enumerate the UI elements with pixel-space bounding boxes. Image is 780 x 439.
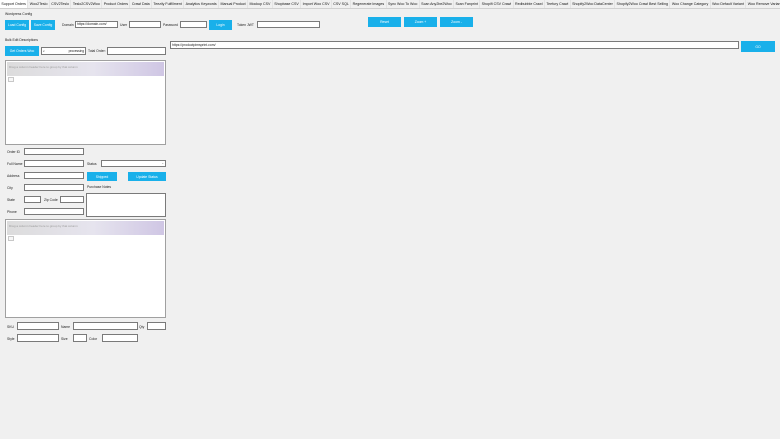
fullname-label: Full Name [7,162,23,166]
tab-item[interactable]: Woo Remove Variant [746,0,780,8]
zoom-in-button[interactable]: Zoom + [404,17,437,27]
user-label: User [120,23,128,27]
tab-item[interactable]: CSV2Teslo [50,0,72,8]
tab-item[interactable]: Teezily Fulfillment [152,0,185,8]
name-input[interactable] [73,322,138,330]
address-label: Address [7,174,20,178]
tab-item[interactable]: Manual Product [219,0,249,8]
sku-input[interactable] [17,322,59,330]
tab-item[interactable]: Analytics Keywords [184,0,220,8]
tab-item[interactable]: Crawl Data [130,0,153,8]
get-orders-button[interactable]: Get Orders Woo [5,46,39,56]
reset-button[interactable]: Reset [368,17,401,27]
tab-item[interactable]: Redbubble Crawl [514,0,545,8]
fullname-input[interactable] [24,160,84,167]
status-label: Status [87,162,97,166]
tab-item[interactable]: Shopifi CSV Crawl [480,0,514,8]
tab-item[interactable]: Shopify2Woo DataCenter [571,0,616,8]
shipped-button[interactable]: Shipped [87,172,117,181]
tab-item[interactable]: Product Orders [102,0,131,8]
tab-item[interactable]: Teslo2CSV2Woo [71,0,103,8]
zip-code-input[interactable] [60,196,84,203]
items-group-panel[interactable]: Drag a column header here to group by th… [7,221,164,235]
login-button[interactable]: Login [209,20,232,30]
status-select[interactable]: ⌄ [101,160,166,167]
total-order-label: Total Order: [88,49,106,53]
save-config-button[interactable]: Save Config [31,20,55,30]
city-label: City [7,186,13,190]
qty-input[interactable] [147,322,166,330]
tab-item[interactable]: Woo Default Variant [711,0,747,8]
items-grid[interactable]: Drag a column header here to group by th… [5,219,166,318]
tab-item[interactable]: Teefury Crawl [545,0,571,8]
tab-item[interactable]: Scan Any2be2Woo [420,0,455,8]
orders-group-panel[interactable]: Drag a column header here to group by th… [7,62,164,76]
chevron-down-icon: v [43,49,45,53]
password-label: Password [163,23,178,27]
style-label: Style [7,337,15,341]
phone-input[interactable] [24,208,84,215]
purchase-notes-label: Purchase Notes [87,185,112,189]
tab-item[interactable]: Regenerate Images [351,0,387,8]
color-input[interactable] [102,334,138,342]
name-label: Name [61,325,71,329]
orders-grid[interactable]: Drag a column header here to group by th… [5,60,166,145]
tab-item[interactable]: Import Woo CSV [301,0,332,8]
tab-item[interactable]: CSV SQL [332,0,352,8]
tab-item[interactable]: Support Orders [0,0,29,8]
url-input[interactable]: https://productpimsprint.com/ [170,41,739,49]
password-input[interactable] [180,21,207,28]
config-section-title: Wordpress Config [5,12,33,16]
qty-label: Qty [139,325,145,329]
tab-item[interactable]: Shopify2Woo Crawl Best Selling [615,0,671,8]
state-label: State [7,198,15,202]
color-label: Color [89,337,98,341]
size-input[interactable] [73,334,87,342]
status-filter-select[interactable]: v processing [41,47,86,55]
items-column-header[interactable] [8,236,14,241]
sku-label: SKU [7,325,14,329]
purchase-notes-textarea[interactable] [86,193,166,217]
token-input[interactable] [257,21,320,28]
tab-strip: Support Orders Woo2Teslo CSV2Teslo Teslo2CS… [0,0,780,9]
update-status-button[interactable]: Update Status [128,172,166,181]
user-input[interactable] [129,21,161,28]
chevron-down-icon: ⌄ [161,161,164,165]
load-config-button[interactable]: Load Config [5,20,29,30]
order-id-label: Order ID [7,150,20,154]
status-filter-value: processing [68,49,84,53]
tab-item[interactable]: Sync Woo To Woo [387,0,420,8]
token-label: Token JWT [237,23,254,27]
domain-input[interactable]: https://domain.com/ [75,21,118,28]
zoom-out-button[interactable]: Zoom - [440,17,473,27]
tab-item[interactable]: Mockup CSV [248,0,273,8]
state-input[interactable] [24,196,41,203]
order-id-input[interactable] [24,148,84,155]
bulk-edit-title: Bulk Edit Descriptions [5,38,38,42]
orders-column-header[interactable] [8,77,14,82]
tab-item[interactable]: Shopbase CSV [273,0,302,8]
zip-code-label: Zip Code [44,198,58,202]
size-label: Size [61,337,68,341]
phone-label: Phone [7,210,17,214]
go-button[interactable]: GO [741,41,775,52]
address-input[interactable] [24,172,84,179]
domain-label: Domain [62,23,74,27]
tab-item[interactable]: Woo2Teslo [28,0,50,8]
tab-item[interactable]: Scan Fanprint [454,0,481,8]
style-input[interactable] [17,334,59,342]
total-order-input[interactable] [107,47,166,55]
city-input[interactable] [24,184,84,191]
tab-item[interactable]: Woo Change Category [670,0,711,8]
